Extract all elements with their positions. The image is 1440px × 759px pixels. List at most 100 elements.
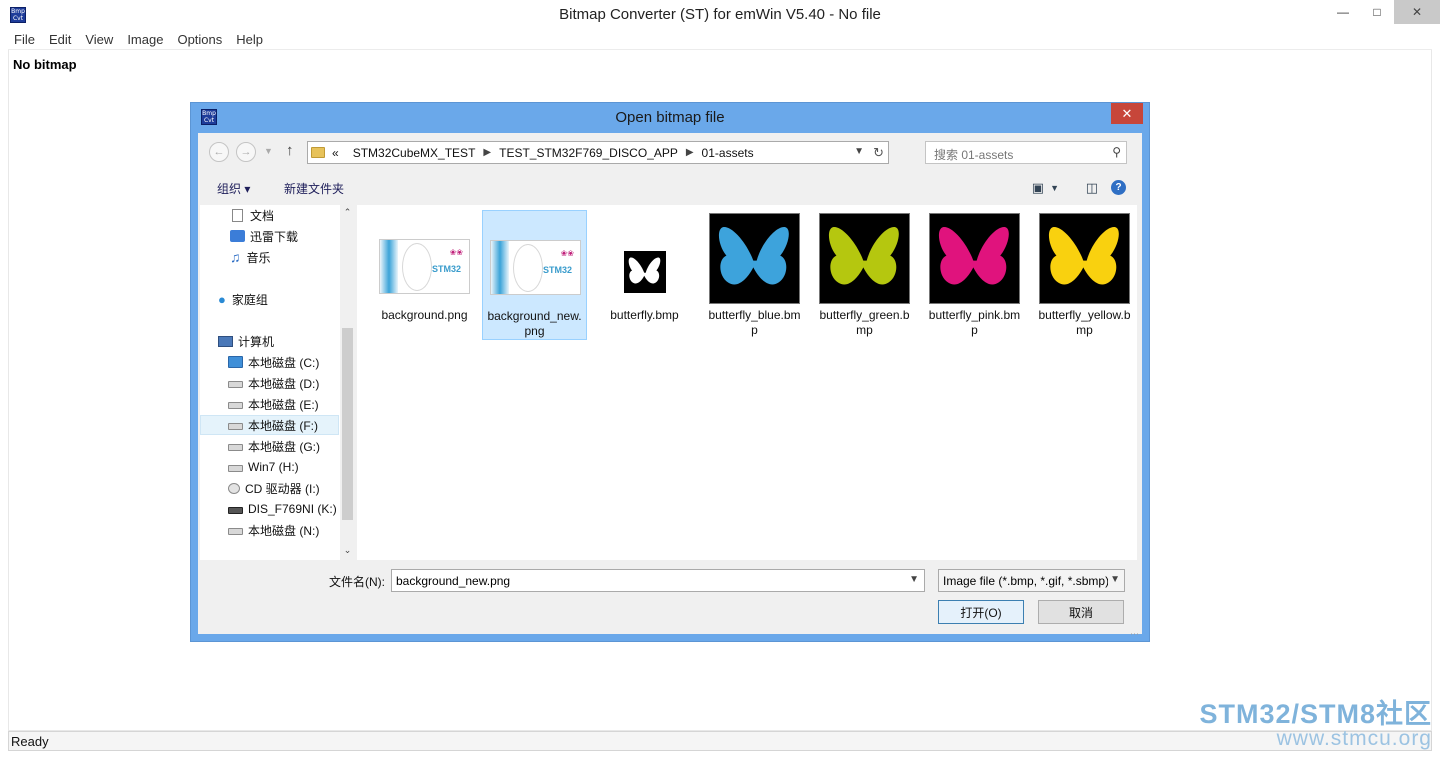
nav-item-music[interactable]: ♫ 音乐 [200,247,339,267]
menu-help[interactable]: Help [230,32,269,47]
recent-locations-dropdown[interactable]: ▼ [264,146,273,156]
file-name: background.png [381,308,468,322]
breadcrumb-item[interactable]: 01-assets [702,146,754,160]
file-thumbnail [1039,213,1130,304]
menu-edit[interactable]: Edit [43,32,77,47]
nav-item-documents[interactable]: 文档 [200,205,339,225]
view-dropdown-icon[interactable]: ▼ [1050,183,1059,193]
watermark-title: STM32/STM8社区 [1199,699,1432,729]
dialog-body: ← → ▼ ↑ « STM32CubeMX_TEST ▶ TEST_STM32F… [198,133,1142,639]
view-options-icon[interactable]: ▣ [1032,180,1044,196]
file-name: butterfly_pink.bmp [928,308,1021,337]
file-item-butterfly-yellow[interactable]: butterfly_yellow.bmp [1032,210,1137,340]
dialog-footer: 文件名(N): background_new.png ▼ Image file … [198,560,1142,643]
filename-dropdown-icon[interactable]: ▼ [909,574,919,585]
scroll-thumb[interactable] [342,328,353,520]
butterfly-icon: ❀❀ [449,248,463,257]
title-bar: Bmp Cvt Bitmap Converter (ST) for emWin … [0,0,1440,30]
drive-icon [228,423,243,430]
search-icon[interactable]: ⚲ [1112,145,1121,159]
breadcrumb-item[interactable]: TEST_STM32F769_DISCO_APP [499,146,678,160]
menu-options[interactable]: Options [171,32,228,47]
minimize-button[interactable]: — [1326,0,1360,24]
nav-item-drive-i[interactable]: CD 驱动器 (I:) [200,478,339,498]
file-item-butterfly-green[interactable]: butterfly_green.bmp [812,210,917,340]
close-button[interactable]: ✕ [1394,0,1440,24]
nav-item-drive-g[interactable]: 本地磁盘 (G:) [200,436,339,456]
forward-button[interactable]: → [236,142,256,162]
nav-item-computer[interactable]: 计算机 [200,331,339,351]
file-name: butterfly_green.bmp [819,308,910,337]
search-input[interactable]: 搜索 01-assets ⚲ [925,141,1127,164]
file-item-background-new[interactable]: ❀❀ STM32 background_new.png [482,210,587,340]
forward-arrow-icon: → [240,146,252,158]
cancel-button[interactable]: 取消 [1038,600,1124,624]
navigation-row: ← → ▼ ↑ « STM32CubeMX_TEST ▶ TEST_STM32F… [198,133,1142,170]
up-arrow-icon: ↑ [286,142,294,159]
no-bitmap-label: No bitmap [13,57,77,72]
nav-item-drive-d[interactable]: 本地磁盘 (D:) [200,373,339,393]
up-button[interactable]: ↑ [286,142,294,159]
usb-drive-icon [228,507,243,514]
document-icon [232,208,243,222]
file-thumbnail [819,213,910,304]
refresh-icon[interactable]: ↻ [873,145,884,161]
scroll-up-icon[interactable]: ⌃ [340,207,355,218]
download-icon [230,230,245,242]
filetype-dropdown-icon[interactable]: ▼ [1108,574,1120,585]
butterfly-icon: ❀❀ [560,249,574,258]
file-item-background[interactable]: ❀❀ STM32 background.png [372,210,477,340]
resize-grip-icon[interactable]: ⋯ [1130,629,1139,640]
file-name: butterfly_blue.bmp [708,308,801,337]
preview-pane-icon[interactable]: ◫ [1086,180,1098,196]
dialog-close-button[interactable]: ✕ [1111,103,1143,124]
breadcrumb-separator-icon[interactable]: ▶ [686,147,694,158]
file-name: background_new.png [487,309,582,338]
address-bar[interactable]: « STM32CubeMX_TEST ▶ TEST_STM32F769_DISC… [307,141,889,164]
file-item-butterfly-blue[interactable]: butterfly_blue.bmp [702,210,807,340]
status-text: Ready [11,734,49,749]
dialog-title-bar: Bmp Cvt Open bitmap file ✕ [191,103,1149,133]
file-name: butterfly.bmp [610,308,679,322]
file-item-butterfly-pink[interactable]: butterfly_pink.bmp [922,210,1027,340]
filename-input[interactable]: background_new.png ▼ [391,569,925,592]
scroll-down-icon[interactable]: ⌄ [340,545,355,556]
drive-icon [228,381,243,388]
address-dropdown-icon[interactable]: ▼ [854,146,864,157]
dialog-title: Open bitmap file [615,109,725,126]
filetype-select[interactable]: Image file (*.bmp, *.gif, *.sbmp) ▼ [938,569,1125,592]
organize-button[interactable]: 组织 ▾ [217,180,250,197]
file-thumbnail [599,213,690,304]
nav-item-xunlei-downloads[interactable]: 迅雷下载 [200,226,339,246]
file-item-butterfly[interactable]: butterfly.bmp [592,210,697,340]
nav-item-homegroup[interactable]: ● 家庭组 [200,289,339,309]
folder-icon [311,147,325,158]
nav-scrollbar[interactable]: ⌃ ⌄ [340,205,355,560]
breadcrumb-item[interactable]: STM32CubeMX_TEST [353,146,476,160]
drive-icon [228,528,243,535]
back-button[interactable]: ← [209,142,229,162]
nav-item-drive-f[interactable]: 本地磁盘 (F:) [200,415,339,435]
breadcrumb-overflow[interactable]: « [332,146,339,160]
filetype-value: Image file (*.bmp, *.gif, *.sbmp) [943,574,1110,588]
menu-file[interactable]: File [8,32,41,47]
nav-item-drive-n[interactable]: 本地磁盘 (N:) [200,520,339,540]
nav-item-drive-k[interactable]: DIS_F769NI (K:) [200,499,339,519]
drive-icon [228,465,243,472]
close-icon: ✕ [1121,105,1133,121]
search-placeholder: 搜索 01-assets [934,148,1014,162]
open-file-dialog: Bmp Cvt Open bitmap file ✕ ← → ▼ ↑ « STM… [190,102,1150,642]
maximize-button[interactable]: □ [1360,0,1394,24]
menu-image[interactable]: Image [121,32,169,47]
file-thumbnail [929,213,1020,304]
open-button[interactable]: 打开(O) [938,600,1024,624]
nav-item-drive-c[interactable]: 本地磁盘 (C:) [200,352,339,372]
new-folder-button[interactable]: 新建文件夹 [284,180,344,197]
breadcrumb-separator-icon[interactable]: ▶ [483,147,491,158]
drive-icon [228,402,243,409]
nav-item-drive-e[interactable]: 本地磁盘 (E:) [200,394,339,414]
nav-item-drive-h[interactable]: Win7 (H:) [200,457,339,477]
menu-view[interactable]: View [79,32,119,47]
help-icon[interactable]: ? [1111,180,1126,195]
file-thumbnail: ❀❀ STM32 [490,214,581,305]
